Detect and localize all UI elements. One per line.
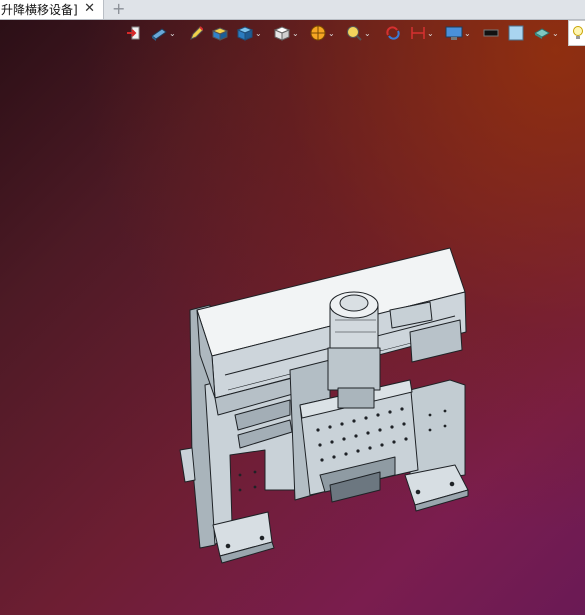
chevron-down-icon: ⌄ (552, 28, 559, 38)
chevron-down-icon: ⌄ (464, 28, 471, 38)
add-tab-icon[interactable]: + (112, 0, 125, 18)
shaded-cube-icon[interactable] (211, 22, 229, 44)
zoom-icon[interactable]: ⌄ (346, 22, 371, 44)
exit-icon[interactable] (125, 22, 141, 44)
black-color-icon[interactable] (483, 22, 499, 44)
chevron-down-icon: ⌄ (364, 28, 371, 38)
chevron-down-icon: ⌄ (292, 28, 299, 38)
gearbox (327, 347, 381, 391)
light-blue-color-icon[interactable] (508, 22, 524, 44)
close-icon[interactable]: ✕ (84, 1, 95, 17)
rotate-icon[interactable] (385, 22, 401, 44)
lightbulb-icon[interactable] (568, 20, 585, 46)
dimension-icon[interactable]: ⌄ (410, 22, 434, 44)
graphics-viewport[interactable] (0, 20, 585, 615)
pencil-icon[interactable] (189, 22, 203, 44)
view-orientation-icon[interactable]: ⌄ (150, 22, 176, 44)
section-view-icon[interactable]: ⌄ (310, 22, 335, 44)
cube-view-icon[interactable]: ⌄ (236, 22, 262, 44)
appearance-icon[interactable]: ⌄ (533, 22, 559, 44)
white-cube-icon[interactable]: ⌄ (273, 22, 299, 44)
tab-bar: 升降横移设备] ✕ + (0, 0, 585, 20)
document-tab[interactable]: 升降横移设备] ✕ (0, 0, 104, 19)
chevron-down-icon: ⌄ (255, 28, 262, 38)
display-settings-icon[interactable]: ⌄ (445, 22, 471, 44)
chevron-down-icon: ⌄ (169, 28, 176, 38)
chevron-down-icon: ⌄ (427, 28, 434, 38)
document-tab-label: 升降横移设备] (1, 3, 78, 17)
chevron-down-icon: ⌄ (328, 28, 335, 38)
cad-model-assembly[interactable] (0, 20, 585, 615)
